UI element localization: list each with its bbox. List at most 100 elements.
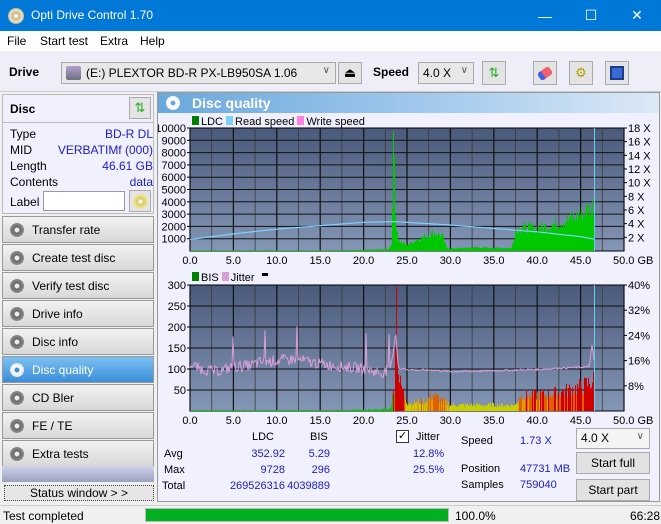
jitter-avg: 12.8% bbox=[413, 448, 445, 460]
y-tick-label-right: 2 X bbox=[628, 232, 645, 244]
panel-title: Disc quality bbox=[192, 95, 271, 111]
nav-item-label: FE / TE bbox=[32, 419, 73, 433]
resize-grip-icon[interactable]: ∷ bbox=[648, 513, 653, 522]
maximize-button[interactable]: ☐ bbox=[568, 0, 614, 31]
x-tick-label: 25.0 bbox=[396, 255, 417, 267]
y-tick-label-right: 4 X bbox=[628, 219, 645, 231]
x-tick-label: 45.0 bbox=[570, 255, 591, 267]
x-tick-label: 25.0 bbox=[396, 415, 417, 427]
stats-col-ldc: LDC bbox=[252, 431, 275, 443]
divider bbox=[3, 122, 153, 123]
y-tick-label-left: 150 bbox=[168, 343, 186, 355]
y-tick-label-left: 7000 bbox=[162, 160, 186, 172]
disc-icon bbox=[10, 419, 24, 433]
nav-item-disc-quality[interactable]: Disc quality bbox=[2, 356, 154, 383]
menu-extra[interactable]: Extra bbox=[100, 34, 128, 48]
speed-stat-label: Speed bbox=[461, 435, 493, 447]
minimize-button[interactable]: — bbox=[522, 0, 568, 31]
disc-icon bbox=[10, 335, 24, 349]
gears-icon: ⚙ bbox=[575, 65, 587, 80]
type-value: BD-R DL bbox=[104, 127, 153, 141]
nav-item-cd-bler[interactable]: CD Bler bbox=[2, 384, 154, 411]
x-tick-label: 40.0 bbox=[526, 415, 547, 427]
nav-item-transfer-rate[interactable]: Transfer rate bbox=[2, 216, 154, 243]
speed-stat-value: 1.73 X bbox=[520, 435, 552, 447]
app-disc-icon bbox=[8, 8, 24, 24]
jitter-max: 25.5% bbox=[413, 464, 445, 476]
menu-start-test[interactable]: Start test bbox=[40, 34, 88, 48]
contents-value: data bbox=[129, 175, 153, 189]
nav-item-label: Extra tests bbox=[32, 447, 89, 461]
y-tick-label-right: 10 X bbox=[628, 178, 651, 190]
jitter-label: Jitter bbox=[416, 431, 440, 443]
mid-value: VERBATIMf (000) bbox=[57, 143, 153, 157]
start-part-button[interactable]: Start part bbox=[576, 479, 650, 501]
x-tick-label: 10.0 bbox=[266, 415, 287, 427]
contents-label: Contents bbox=[10, 175, 59, 189]
chevron-down-icon: ∨ bbox=[636, 431, 644, 442]
nav-item-label: CD Bler bbox=[32, 391, 75, 405]
speed-label: Speed bbox=[373, 65, 410, 79]
y-tick-label-right: 8% bbox=[628, 381, 644, 393]
y-tick-label-right: 8 X bbox=[628, 191, 645, 203]
nav-item-drive-info[interactable]: Drive info bbox=[2, 300, 154, 327]
save-button[interactable] bbox=[605, 61, 629, 85]
disc-refresh-button[interactable]: ⇅ bbox=[129, 97, 151, 119]
refresh-button[interactable]: ⇅ bbox=[482, 61, 506, 85]
stats-avg-bis: 5.29 bbox=[308, 448, 330, 460]
x-tick-label: 5.0 bbox=[226, 255, 241, 267]
y-tick-label-left: 10000 bbox=[158, 123, 186, 135]
y-tick-label-left: 6000 bbox=[162, 172, 186, 184]
disc-quality-icon bbox=[166, 96, 180, 110]
status-window-button[interactable]: Status window > > bbox=[4, 485, 154, 501]
nav-item-fe-te[interactable]: FE / TE bbox=[2, 412, 154, 439]
menu-file[interactable]: File bbox=[7, 34, 26, 48]
nav-item-label: Drive info bbox=[32, 307, 83, 321]
nav-item-verify-test-disc[interactable]: Verify test disc bbox=[2, 272, 154, 299]
speed-select[interactable]: 4.0 X ∨ bbox=[418, 62, 474, 84]
nav-item-extra-tests[interactable]: Extra tests bbox=[2, 440, 154, 467]
nav-item-label: Create test disc bbox=[32, 251, 116, 265]
chevron-down-icon: ∨ bbox=[322, 65, 330, 76]
stats-total-bis: 4039889 bbox=[287, 480, 330, 492]
erase-button[interactable] bbox=[533, 61, 557, 85]
disc-icon bbox=[10, 279, 24, 293]
y-tick-label-right: 24% bbox=[628, 330, 650, 342]
drive-select-value: (E:) PLEXTOR BD-R PX-LB950SA 1.06 bbox=[86, 66, 298, 80]
length-value: 46.61 GB bbox=[102, 159, 153, 173]
status-text: Test completed bbox=[3, 509, 84, 523]
test-speed-select[interactable]: 4.0 X ∨ bbox=[576, 428, 650, 449]
menu-help[interactable]: Help bbox=[140, 34, 165, 48]
elapsed-time: 66:28 bbox=[630, 509, 661, 523]
x-tick-label: 30.0 bbox=[440, 415, 461, 427]
stats-total-ldc: 269526316 bbox=[229, 480, 285, 492]
drive-select[interactable]: (E:) PLEXTOR BD-R PX-LB950SA 1.06 ∨ bbox=[61, 62, 336, 84]
label-disc-button[interactable] bbox=[129, 190, 151, 212]
disc-quality-panel: Disc quality LDC Read speed Write speed … bbox=[157, 92, 660, 502]
y-tick-label-right: 16% bbox=[628, 356, 650, 368]
disc-icon bbox=[10, 223, 24, 237]
nav-item-disc-info[interactable]: Disc info bbox=[2, 328, 154, 355]
settings-button[interactable]: ⚙ bbox=[569, 61, 593, 85]
x-tick-label: 35.0 bbox=[483, 255, 504, 267]
eject-button[interactable]: ⏏ bbox=[338, 62, 362, 84]
y-tick-label-left: 5000 bbox=[162, 185, 186, 197]
y-tick-label-left: 300 bbox=[168, 280, 186, 292]
nav-item-label: Disc info bbox=[32, 335, 79, 349]
stats-max-ldc: 9728 bbox=[260, 464, 285, 476]
y-tick-label-left: 3000 bbox=[162, 209, 186, 221]
disc-icon bbox=[10, 251, 24, 265]
nav-filler bbox=[2, 466, 154, 482]
y-tick-label-left: 100 bbox=[168, 364, 186, 376]
nav-item-create-test-disc[interactable]: Create test disc bbox=[2, 244, 154, 271]
window-title: Opti Drive Control 1.70 bbox=[31, 8, 154, 22]
y-tick-label-left: 50 bbox=[174, 385, 186, 397]
label-input[interactable] bbox=[43, 191, 125, 211]
start-full-button[interactable]: Start full bbox=[576, 452, 650, 474]
y-tick-label-right: 16 X bbox=[628, 137, 651, 149]
disc-icon bbox=[10, 307, 24, 321]
close-button[interactable]: ✕ bbox=[614, 0, 660, 31]
jitter-checkbox[interactable]: ✓ bbox=[396, 430, 409, 443]
x-tick-label: 0.0 bbox=[182, 415, 197, 427]
x-tick-label: 50.0 GB bbox=[613, 255, 653, 267]
